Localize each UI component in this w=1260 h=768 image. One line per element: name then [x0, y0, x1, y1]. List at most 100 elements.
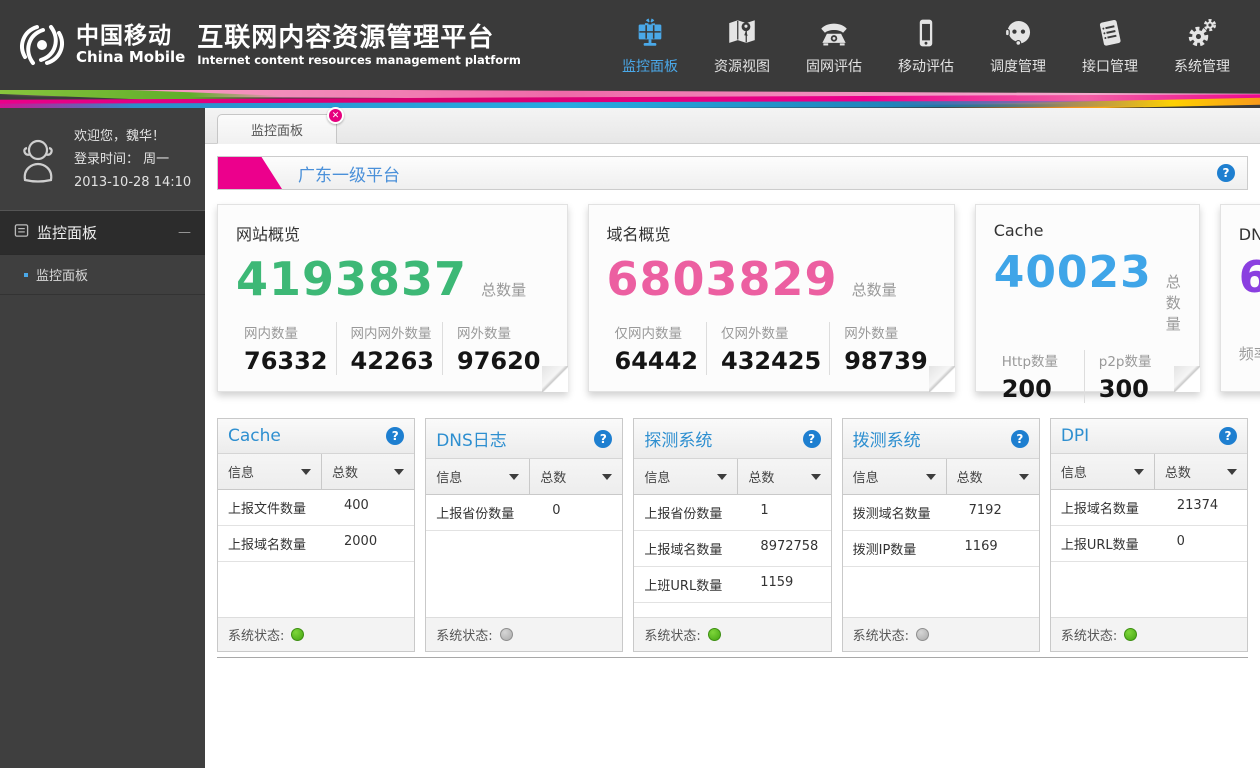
close-icon[interactable]: ✕	[327, 107, 344, 124]
panel-dial-test-system: 拨测系统 ? 信息 总数 拨测域名数量	[842, 418, 1040, 652]
panel-title: Cache	[228, 426, 281, 446]
column-header-total[interactable]: 总数	[737, 459, 830, 494]
big-number: 6803829	[607, 253, 838, 306]
panel-title: 拨测系统	[853, 426, 921, 451]
sidebar-item-monitor-panel[interactable]: 监控面板	[0, 255, 205, 295]
app-window: 中国移动 China Mobile 互联网内容资源管理平台 Internet c…	[0, 0, 1260, 768]
nav-item-dispatch-mgmt[interactable]: 调度管理	[990, 14, 1046, 76]
help-icon[interactable]: ?	[1217, 164, 1235, 182]
status-dot	[1124, 628, 1137, 641]
tab-strip: 监控面板 ✕	[205, 108, 1260, 144]
nav-item-mobile-eval[interactable]: 移动评估	[898, 14, 954, 76]
login-time-line1: 登录时间： 周一	[74, 149, 191, 172]
sidebar-section-monitor-panel[interactable]: 监控面板 —	[0, 210, 205, 255]
status-dot	[916, 628, 929, 641]
nav-label: 移动评估	[898, 56, 954, 76]
telephone-icon	[817, 14, 851, 50]
nav-item-resource-view[interactable]: 资源视图	[714, 14, 770, 76]
collapse-icon[interactable]: —	[178, 225, 191, 240]
column-header-info[interactable]: 信息	[426, 459, 529, 494]
monitor-panel-icon	[633, 14, 667, 50]
nav-label: 固网评估	[806, 56, 862, 76]
card-title: Cache	[994, 221, 1181, 240]
panel-cache: Cache ? 信息 总数 上报文件数量	[217, 418, 415, 652]
help-icon[interactable]: ?	[1219, 427, 1237, 445]
column-header-info[interactable]: 信息	[1051, 454, 1154, 489]
page-title-bar: 广东一级平台 ?	[217, 156, 1248, 190]
table-row: 上报省份数量 0	[426, 495, 622, 531]
help-icon[interactable]: ?	[1011, 430, 1029, 448]
column-header-total[interactable]: 总数	[1154, 454, 1247, 489]
app-title-en: Internet content resources management pl…	[197, 54, 521, 68]
user-avatar-icon	[14, 134, 62, 186]
chevron-down-icon	[1134, 469, 1144, 475]
nav-label: 接口管理	[1082, 56, 1138, 76]
summary-cards-row: 网站概览 4193837 总数量 网内数量 76332 网内网外数量	[217, 204, 1248, 392]
table-row: 拨测IP数量 1169	[843, 531, 1039, 567]
stat: 网内网外数量 42263	[336, 322, 443, 375]
nav-item-monitor-panel[interactable]: 监控面板	[622, 14, 678, 76]
card-title: 网站概览	[236, 221, 549, 245]
panel-title: DNS日志	[436, 426, 507, 451]
panel-title: 探测系统	[644, 426, 712, 451]
status-dot	[708, 628, 721, 641]
nav-item-system-mgmt[interactable]: 系统管理	[1174, 14, 1230, 76]
login-time-line2: 2013-10-28 14:10	[74, 172, 191, 195]
card-domain-overview: 域名概览 6803829 总数量 仅网内数量 64442 仅网外数量	[588, 204, 955, 392]
column-header-total[interactable]: 总数	[529, 459, 622, 494]
chevron-down-icon	[394, 469, 404, 475]
table-row: 上报文件数量 400	[218, 490, 414, 526]
nav-label: 资源视图	[714, 56, 770, 76]
status-dot	[500, 628, 513, 641]
card-cache-overview: Cache 40023 总数量 Http数量 200 p2p数量	[975, 204, 1200, 392]
user-info: 欢迎您，魏华！ 登录时间： 周一 2013-10-28 14:10	[74, 126, 191, 194]
stat: 仅网内数量 64442	[607, 322, 707, 375]
nav-label: 监控面板	[622, 56, 678, 76]
tab-monitor-panel[interactable]: 监控面板 ✕	[217, 114, 337, 144]
column-header-info[interactable]: 信息	[843, 459, 946, 494]
chevron-down-icon	[1019, 474, 1029, 480]
document-icon	[14, 223, 29, 242]
mobile-phone-icon	[909, 14, 943, 50]
tab-label: 监控面板	[251, 120, 303, 139]
column-header-info[interactable]: 信息	[634, 459, 737, 494]
big-number: 4193837	[236, 253, 467, 306]
system-panels-row: Cache ? 信息 总数 上报文件数量	[217, 418, 1248, 652]
column-header-total[interactable]: 总数	[321, 454, 414, 489]
card-website-overview: 网站概览 4193837 总数量 网内数量 76332 网内网外数量	[217, 204, 568, 392]
nav-label: 调度管理	[990, 56, 1046, 76]
status-label: 系统状态:	[644, 625, 700, 644]
column-header-total[interactable]: 总数	[946, 459, 1039, 494]
big-number: 630	[1239, 253, 1260, 304]
chevron-down-icon	[509, 474, 519, 480]
status-label: 系统状态:	[1061, 625, 1117, 644]
gears-icon	[1185, 14, 1219, 50]
nav-item-interface-mgmt[interactable]: 接口管理	[1082, 14, 1138, 76]
top-navigation: 监控面板 资源视图	[622, 14, 1230, 76]
nav-label: 系统管理	[1174, 56, 1230, 76]
sidebar: 欢迎您，魏华！ 登录时间： 周一 2013-10-28 14:10 监控面板 —…	[0, 108, 205, 768]
chevron-down-icon	[811, 474, 821, 480]
panel-title: DPI	[1061, 426, 1089, 446]
stat: p2p数量 300	[1084, 350, 1181, 403]
notes-icon	[1093, 14, 1127, 50]
app-title: 互联网内容资源管理平台 Internet content resources m…	[197, 23, 521, 68]
help-icon[interactable]: ?	[386, 427, 404, 445]
help-icon[interactable]: ?	[803, 430, 821, 448]
stat: 网内数量 76332	[236, 322, 336, 375]
big-number: 40023	[994, 248, 1152, 299]
main-area: 监控面板 ✕ 广东一级平台 ? 网站概览 4193837	[205, 108, 1260, 768]
help-icon[interactable]: ?	[594, 430, 612, 448]
column-header-info[interactable]: 信息	[218, 454, 321, 489]
table-row: 上报域名数量 21374	[1051, 490, 1247, 526]
nav-item-fixed-network-eval[interactable]: 固网评估	[806, 14, 862, 76]
table-row: 拨测域名数量 7192	[843, 495, 1039, 531]
brand-names: 中国移动 China Mobile	[76, 24, 185, 66]
status-label: 系统状态:	[228, 625, 284, 644]
table-row: 上报URL数量 0	[1051, 526, 1247, 562]
card-dns-hotspot: DNS热点上报 630 数量 频率 0 分钟	[1220, 204, 1260, 392]
panel-dpi: DPI ? 信息 总数 上报域名数量	[1050, 418, 1248, 652]
table-row: 上报域名数量 8972758	[634, 531, 830, 567]
chevron-down-icon	[602, 474, 612, 480]
sidebar-section-label: 监控面板	[37, 222, 170, 243]
